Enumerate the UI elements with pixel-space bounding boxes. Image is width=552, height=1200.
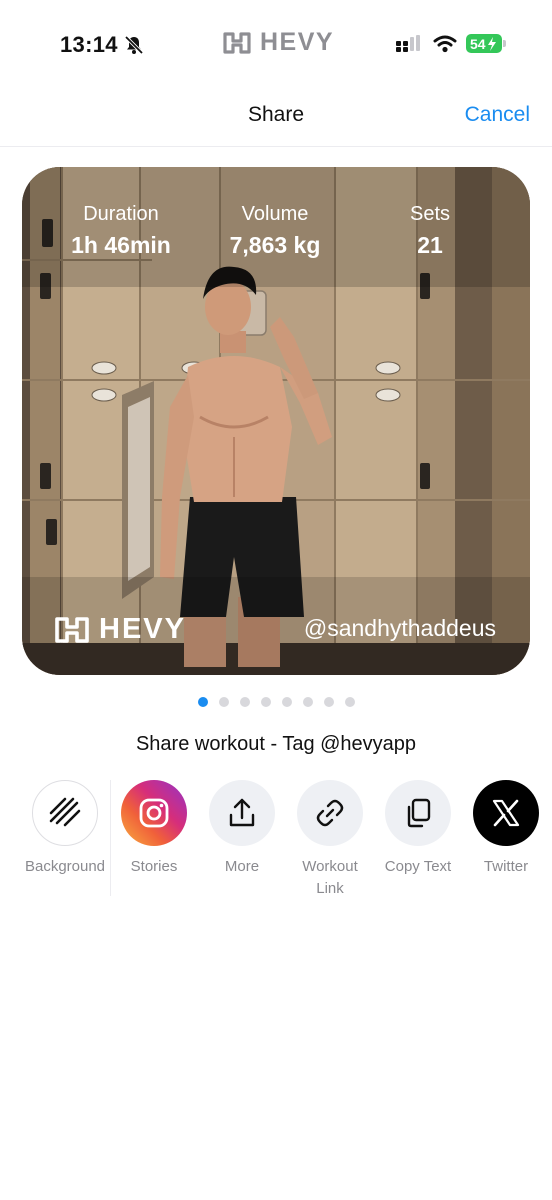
instagram-icon	[121, 780, 187, 846]
page-dot[interactable]	[282, 697, 292, 707]
page-dot-active[interactable]	[198, 697, 208, 707]
bell-slash-icon	[124, 35, 144, 55]
stat-value: 1h 46min	[71, 232, 171, 258]
signal-icon	[396, 35, 420, 52]
page-dot[interactable]	[240, 697, 250, 707]
battery-level: 54	[470, 35, 486, 52]
battery-icon: 54	[466, 34, 502, 53]
card-username: @sandhythaddeus	[303, 615, 496, 641]
share-prompt: Share workout - Tag @hevyapp	[135, 733, 417, 755]
battery-tip	[503, 40, 506, 47]
stat-duration: Duration 1h 46min	[66, 203, 176, 259]
option-label: Stories	[130, 858, 178, 875]
copy-icon	[385, 780, 451, 846]
workout-share-card[interactable]: Duration 1h 46min Volume 7,863 kg Sets 2…	[22, 167, 530, 675]
option-label: Twitter	[483, 858, 529, 875]
option-label: Background	[24, 858, 106, 875]
copy-text-option[interactable]: Copy Text	[374, 780, 462, 878]
option-label: Copy Text	[384, 858, 452, 875]
option-label: Workout Link	[302, 858, 358, 897]
hevy-logo-icon	[223, 31, 251, 54]
diagonal-lines-icon	[32, 780, 98, 846]
page-dot[interactable]	[303, 697, 313, 707]
option-label: More	[224, 858, 260, 875]
page-dot[interactable]	[324, 697, 334, 707]
page-dot[interactable]	[261, 697, 271, 707]
wifi-icon	[433, 35, 457, 53]
more-option[interactable]: More	[198, 780, 286, 878]
status-bar: 13:14 HEVY 54	[0, 0, 552, 90]
nav-header: Share Cancel	[0, 90, 552, 147]
background-option[interactable]: Background	[21, 780, 109, 878]
share-upload-icon	[209, 780, 275, 846]
stat-label: Duration	[83, 203, 159, 225]
stat-volume: Volume 7,863 kg	[220, 203, 330, 259]
page-dot[interactable]	[345, 697, 355, 707]
stat-value: 7,863 kg	[229, 232, 321, 258]
page-indicator	[198, 697, 355, 707]
x-logo-icon	[473, 780, 539, 846]
stat-sets: Sets 21	[390, 203, 470, 259]
card-brand-word: HEVY	[99, 613, 186, 645]
status-brand-word: HEVY	[260, 28, 335, 56]
cancel-button[interactable]: Cancel	[465, 103, 530, 127]
instagram-stories-option[interactable]: Stories	[110, 780, 198, 878]
link-icon	[297, 780, 363, 846]
stat-label: Volume	[241, 203, 309, 225]
card-brand-logo: HEVY	[54, 613, 186, 646]
stat-value: 21	[417, 232, 443, 258]
hevy-logo-icon	[55, 616, 89, 643]
workout-link-option[interactable]: Workout Link	[286, 780, 374, 900]
stat-label: Sets	[409, 203, 451, 225]
status-time: 13:14	[60, 32, 118, 57]
page-dot[interactable]	[219, 697, 229, 707]
status-brand: HEVY	[222, 28, 334, 57]
workout-stats: Duration 1h 46min Volume 7,863 kg Sets 2…	[22, 203, 530, 263]
share-options: Background Stories More Workout Link Cop…	[0, 780, 552, 900]
twitter-option[interactable]: Twitter	[462, 780, 550, 878]
